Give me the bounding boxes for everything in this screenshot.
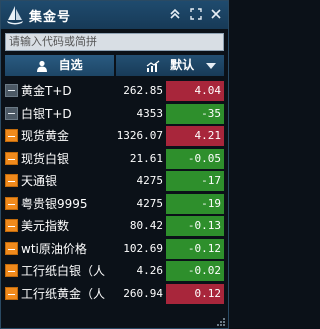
orange-marker-icon[interactable]: [5, 264, 18, 277]
quote-price: 21.61: [129, 151, 163, 165]
quote-change: -35: [166, 103, 224, 124]
quote-price: 1326.07: [116, 129, 163, 142]
quote-price: 80.42: [129, 219, 163, 232]
quote-row[interactable]: 工行纸白银（人 4.26 -0.02: [1, 260, 228, 283]
double-up-icon[interactable]: [167, 6, 183, 22]
sailboat-logo-icon: [7, 6, 23, 25]
search-input[interactable]: 请输入代码或简拼: [5, 33, 224, 51]
orange-marker-icon[interactable]: [5, 174, 18, 187]
quote-change: 4.21: [166, 126, 224, 146]
fullscreen-icon[interactable]: [188, 6, 204, 22]
orange-marker-icon[interactable]: [5, 286, 18, 300]
chevron-down-icon[interactable]: [206, 63, 216, 69]
quote-price: 102.69: [123, 241, 163, 255]
quote-change: -19: [166, 193, 224, 214]
orange-marker-icon[interactable]: [5, 241, 18, 255]
tab-default[interactable]: 默认: [116, 55, 224, 76]
tab-watchlist[interactable]: 自选: [5, 55, 114, 76]
quote-change: 4.04: [166, 81, 224, 101]
quote-row[interactable]: 现货黄金 1326.07 4.21: [1, 125, 228, 148]
quote-row[interactable]: 天通银 4275 -17: [1, 170, 228, 193]
title-bar[interactable]: 集金号: [1, 1, 228, 29]
close-icon[interactable]: [208, 6, 224, 22]
quote-change: -0.02: [166, 261, 224, 281]
quote-price: 260.94: [123, 286, 163, 300]
quote-change: -0.13: [166, 216, 224, 236]
quote-row[interactable]: 美元指数 80.42 -0.13: [1, 215, 228, 238]
quote-row[interactable]: 黄金T+D 262.85 4.04: [1, 80, 228, 103]
orange-marker-icon[interactable]: [5, 219, 18, 232]
quote-list: 黄金T+D 262.85 4.04 白银T+D 4353 -35 现货黄金 13…: [1, 80, 228, 305]
remove-icon[interactable]: [5, 106, 18, 120]
user-icon: [37, 60, 48, 72]
remove-icon[interactable]: [5, 84, 18, 97]
quote-price: 4.26: [136, 264, 164, 277]
quote-price: 262.85: [123, 84, 163, 97]
app-title: 集金号: [29, 10, 72, 25]
quote-row[interactable]: wti原油价格 102.69 -0.12: [1, 238, 228, 261]
quote-row[interactable]: 粤贵银9995 4275 -19: [1, 193, 228, 216]
quote-change: -0.12: [166, 238, 224, 259]
orange-marker-icon[interactable]: [5, 196, 18, 210]
quote-price: 4275: [136, 174, 164, 187]
quote-price: 4353: [136, 106, 164, 120]
tab-bar: 自选 默认: [1, 55, 228, 76]
quote-change: -0.05: [166, 148, 224, 169]
status-bar: [1, 314, 228, 328]
quote-change: 0.12: [166, 283, 224, 304]
chart-icon: [146, 60, 160, 72]
quote-price: 4275: [136, 196, 164, 210]
tab-default-label: 默认: [170, 58, 195, 72]
orange-marker-icon[interactable]: [5, 129, 18, 142]
quote-row[interactable]: 工行纸黄金（人 260.94 0.12: [1, 283, 228, 306]
quote-change: -17: [166, 171, 224, 191]
quote-row[interactable]: 现货白银 21.61 -0.05: [1, 148, 228, 171]
tab-watchlist-label: 自选: [58, 58, 83, 72]
resize-grip-icon[interactable]: [216, 317, 226, 327]
app-window: 集金号 请输入代码或简拼 自选 默认 黄金T+D 262.85 4.04 白银T…: [0, 0, 229, 329]
quote-row[interactable]: 白银T+D 4353 -35: [1, 103, 228, 126]
orange-marker-icon[interactable]: [5, 151, 18, 165]
